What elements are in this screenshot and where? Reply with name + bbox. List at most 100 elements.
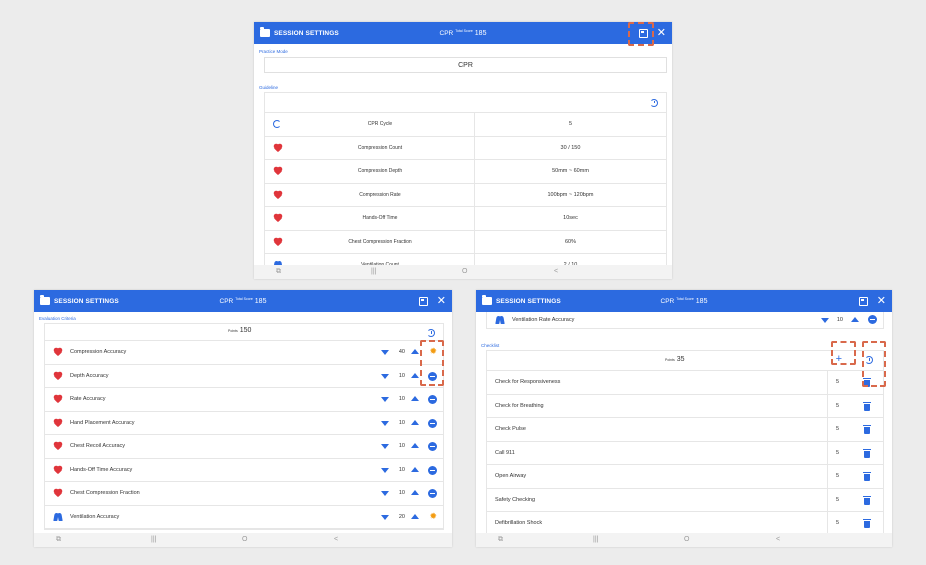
- history-icon[interactable]: [650, 98, 658, 107]
- guideline-row[interactable]: Compression Count 30 / 150: [265, 136, 666, 160]
- decrease-icon[interactable]: [381, 467, 389, 473]
- delete-icon[interactable]: [863, 401, 871, 411]
- decrease-icon[interactable]: [381, 420, 389, 426]
- column-divider: [827, 488, 828, 511]
- guideline-value[interactable]: 10sec: [475, 215, 666, 221]
- guideline-value[interactable]: 50mm ~ 60mm: [475, 168, 666, 174]
- decrease-icon[interactable]: [381, 373, 389, 379]
- save-icon[interactable]: [858, 296, 868, 306]
- back-icon[interactable]: <: [776, 536, 780, 543]
- criteria-row: Compression Accuracy 40 ✹: [45, 341, 443, 365]
- guideline-row[interactable]: Chest Compression Fraction 60%: [265, 230, 666, 254]
- criteria-value: 10: [398, 396, 405, 402]
- criteria-label: Ventilation Accuracy: [70, 513, 120, 520]
- close-icon[interactable]: ✕: [437, 295, 446, 307]
- remove-icon[interactable]: [868, 315, 877, 324]
- increase-icon[interactable]: [411, 396, 419, 401]
- delete-icon[interactable]: [863, 425, 871, 434]
- action-highlight: [420, 340, 444, 386]
- checklist-value[interactable]: 5: [836, 426, 839, 432]
- increase-icon[interactable]: [411, 419, 419, 425]
- increase-icon[interactable]: [411, 443, 419, 448]
- checklist-label: Check for Breathing: [495, 402, 544, 409]
- guideline-row[interactable]: Hands-Off Time 10sec: [265, 207, 666, 231]
- back-icon[interactable]: <: [554, 268, 558, 275]
- guideline-value[interactable]: 100bpm ~ 120bpm: [475, 192, 666, 198]
- title-text: SESSION SETTINGS: [54, 297, 119, 305]
- heart-icon: [273, 238, 282, 246]
- gear-icon[interactable]: ✹: [429, 511, 437, 521]
- checklist-label: Check Pulse: [495, 426, 526, 433]
- history-icon[interactable]: [427, 329, 435, 337]
- criteria-row: Ventilation Accuracy 20 ✹: [45, 506, 443, 529]
- top-settings-panel: SESSION SETTINGS CPR Total Score 185 ✕ P…: [254, 22, 672, 279]
- guideline-row[interactable]: CPR Cycle 5: [265, 113, 666, 137]
- decrease-icon[interactable]: [381, 491, 389, 496]
- heart-icon: [273, 214, 282, 222]
- criteria-label: Hand Placement Accuracy: [70, 419, 135, 426]
- guideline-row[interactable]: Compression Depth 50mm ~ 60mm: [265, 160, 666, 184]
- checklist-value[interactable]: 5: [836, 450, 839, 456]
- heart-icon: [53, 372, 62, 380]
- criteria-row: Chest Compression Fraction 10: [45, 482, 443, 506]
- home-icon[interactable]: O: [684, 536, 689, 543]
- checklist-row: Safety Checking 5: [487, 488, 883, 512]
- checklist-value[interactable]: 5: [836, 497, 839, 503]
- menu-icon[interactable]: |||: [371, 268, 376, 275]
- decrease-icon[interactable]: [381, 514, 389, 520]
- remove-icon[interactable]: [428, 442, 437, 451]
- save-highlight: [628, 22, 654, 46]
- cycle-icon: [273, 120, 281, 129]
- folder-icon: [260, 27, 270, 37]
- checklist-value[interactable]: 5: [836, 403, 839, 409]
- guideline-header: [265, 93, 666, 113]
- guideline-row[interactable]: Compression Rate 100bpm ~ 120bpm: [265, 183, 666, 207]
- checklist-value[interactable]: 5: [836, 520, 839, 526]
- home-icon[interactable]: O: [462, 268, 467, 275]
- add-highlight: [831, 341, 856, 365]
- decrease-icon[interactable]: [381, 444, 389, 449]
- criteria-row: Depth Accuracy 10: [45, 365, 443, 388]
- back-icon[interactable]: <: [334, 536, 338, 543]
- delete-icon[interactable]: [863, 472, 871, 481]
- remove-icon[interactable]: [428, 465, 437, 475]
- delete-icon[interactable]: [863, 519, 871, 528]
- increase-icon[interactable]: [411, 466, 419, 472]
- decrease-icon[interactable]: [381, 350, 389, 355]
- criteria-table: Points 150 Compression Accuracy 40 ✹ Depth …: [44, 323, 444, 530]
- title-bar: SESSION SETTINGS CPR Total Score 185 ✕: [34, 290, 452, 312]
- home-icon[interactable]: O: [242, 536, 247, 543]
- points-value: 150: [239, 327, 252, 334]
- menu-icon[interactable]: |||: [151, 536, 156, 543]
- recent-apps-icon[interactable]: ⧉: [276, 268, 281, 276]
- increase-icon[interactable]: [411, 349, 419, 354]
- save-icon[interactable]: [418, 296, 428, 306]
- increase-icon[interactable]: [411, 490, 419, 495]
- criteria-value: 40: [398, 349, 405, 355]
- increase-icon[interactable]: [411, 372, 419, 378]
- guideline-value[interactable]: 30 / 150: [475, 145, 666, 151]
- checklist-label: Check for Responsiveness: [495, 379, 561, 386]
- increase-icon[interactable]: [851, 317, 859, 322]
- delete-icon[interactable]: [863, 495, 871, 505]
- guideline-label: Guideline: [259, 85, 279, 90]
- remove-icon[interactable]: [428, 489, 437, 498]
- checklist-row: Check for Responsiveness 5: [487, 371, 883, 395]
- checklist-value[interactable]: 5: [836, 379, 839, 385]
- recent-apps-icon[interactable]: ⧉: [56, 536, 61, 544]
- practice-mode-select[interactable]: CPR: [264, 57, 667, 73]
- decrease-icon[interactable]: [381, 397, 389, 402]
- increase-icon[interactable]: [411, 513, 419, 519]
- close-icon[interactable]: ✕: [657, 27, 666, 39]
- remove-icon[interactable]: [428, 395, 437, 404]
- delete-icon[interactable]: [863, 448, 871, 458]
- guideline-value[interactable]: 5: [475, 121, 666, 127]
- checklist-value[interactable]: 5: [836, 473, 839, 479]
- remove-icon[interactable]: [428, 418, 437, 428]
- guideline-value[interactable]: 60%: [475, 239, 666, 245]
- close-icon[interactable]: ✕: [877, 295, 886, 307]
- criteria-label: Depth Accuracy: [70, 372, 109, 379]
- recent-apps-icon[interactable]: ⧉: [498, 536, 503, 544]
- menu-icon[interactable]: |||: [593, 536, 598, 543]
- decrease-icon[interactable]: [821, 318, 829, 323]
